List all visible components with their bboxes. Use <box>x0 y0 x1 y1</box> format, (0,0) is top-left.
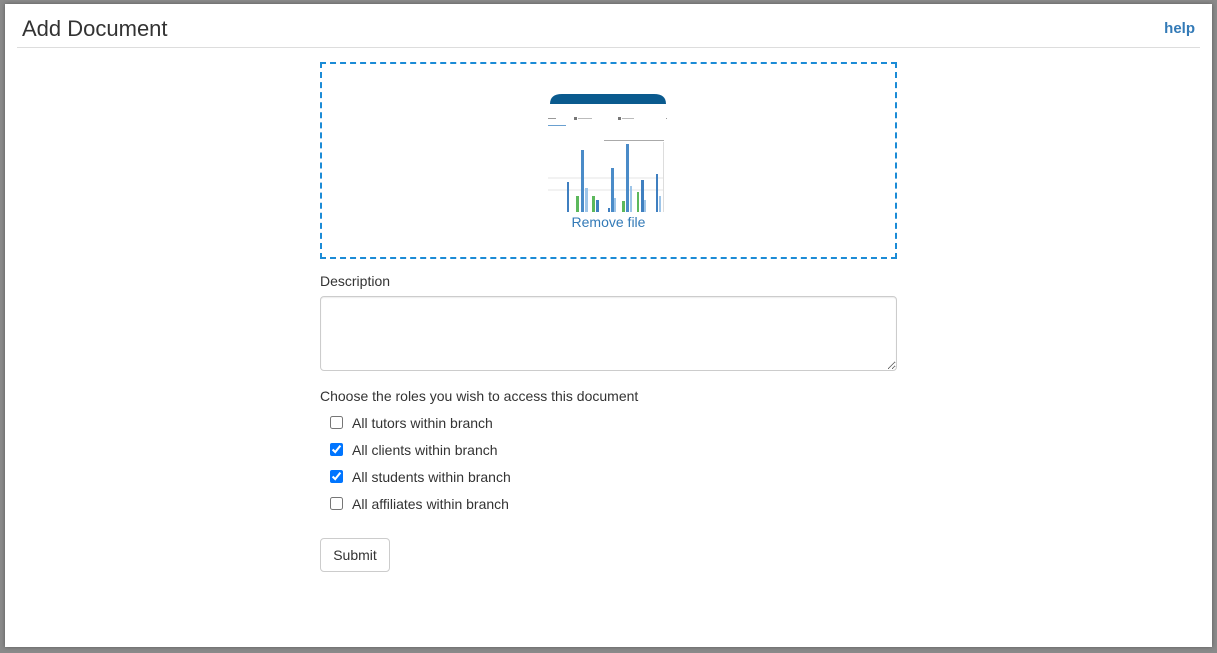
help-link[interactable]: help <box>1164 20 1195 38</box>
role-option-affiliates: All affiliates within branch <box>320 495 511 522</box>
submit-button[interactable]: Submit <box>320 538 390 572</box>
role-checkbox-tutors[interactable] <box>330 416 343 429</box>
role-checkbox-affiliates[interactable] <box>330 497 343 510</box>
remove-file-link[interactable]: Remove file <box>322 214 895 230</box>
file-preview-thumbnail <box>548 92 668 214</box>
role-label-students: All students within branch <box>352 469 511 485</box>
roles-list: All tutors within branch All clients wit… <box>320 414 511 522</box>
description-label: Description <box>320 273 391 289</box>
role-label-affiliates: All affiliates within branch <box>352 496 509 512</box>
description-textarea[interactable] <box>320 296 897 371</box>
role-checkbox-clients[interactable] <box>330 443 343 456</box>
page-header: Add Document help <box>17 4 1200 48</box>
role-option-clients: All clients within branch <box>320 441 511 468</box>
role-label-tutors: All tutors within branch <box>352 415 493 431</box>
roles-label: Choose the roles you wish to access this… <box>320 388 639 404</box>
chart-thumbnail-image <box>548 92 668 214</box>
role-label-clients: All clients within branch <box>352 442 498 458</box>
page-title: Add Document <box>22 16 168 41</box>
add-document-panel: Add Document help Remove file Descriptio… <box>5 4 1212 647</box>
file-dropzone[interactable]: Remove file <box>320 62 897 259</box>
role-option-tutors: All tutors within branch <box>320 414 511 441</box>
role-option-students: All students within branch <box>320 468 511 495</box>
role-checkbox-students[interactable] <box>330 470 343 483</box>
